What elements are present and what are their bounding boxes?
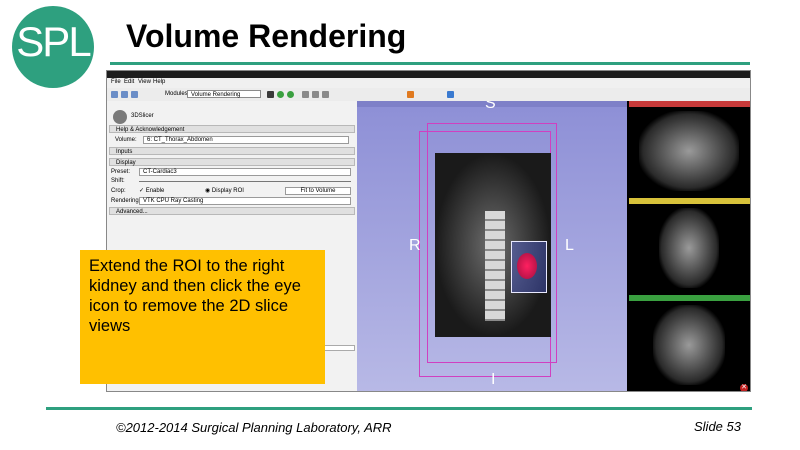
roi-box-front[interactable]	[427, 123, 557, 363]
slide-number: Slide 53	[694, 419, 741, 434]
slicer-logo	[113, 110, 127, 124]
shift-row: Shift:	[109, 177, 355, 185]
display-section-header[interactable]: Display	[109, 158, 355, 166]
red-slice-bar[interactable]	[629, 101, 750, 107]
spl-logo-text: SPL	[16, 18, 91, 65]
orientation-inferior: I	[491, 371, 496, 388]
menu-edit[interactable]: Edit	[124, 79, 134, 85]
advanced-section-label: Advanced...	[116, 209, 148, 215]
module-selector[interactable]: Volume Rendering	[187, 90, 261, 98]
volume-select[interactable]: 6: CT_Thorax_Abdomen	[143, 136, 349, 144]
inputs-section-header[interactable]: Inputs	[109, 147, 355, 155]
inputs-section-label: Inputs	[116, 149, 133, 155]
green-slice-bar[interactable]	[629, 295, 750, 301]
load-data-icon[interactable]	[111, 91, 118, 98]
preset-select[interactable]: CT-Cardiac3	[139, 168, 351, 176]
title-divider	[110, 62, 750, 65]
layout-icon[interactable]	[302, 91, 309, 98]
fit-to-volume-button[interactable]: Fit to Volume	[285, 187, 351, 195]
modules-label: Modules:	[165, 91, 190, 97]
crop-label: Crop:	[111, 188, 126, 194]
crosshair-icon[interactable]	[322, 91, 329, 98]
slice-views: ✕	[627, 101, 750, 391]
window-titlebar	[107, 71, 750, 78]
rendering-row: Rendering: VTK CPU Ray Casting	[109, 197, 355, 205]
main-toolbar: Modules: Volume Rendering	[107, 88, 750, 102]
preset-row: Preset: CT-Cardiac3	[109, 168, 355, 176]
enable-checkbox[interactable]: ✓ Enable	[139, 187, 164, 195]
red-slice-view[interactable]	[629, 101, 750, 197]
close-icon[interactable]: ✕	[740, 384, 748, 391]
3d-view[interactable]: S R L I	[357, 101, 627, 391]
forward-arrow-icon[interactable]	[287, 91, 294, 98]
orientation-superior: S	[485, 101, 496, 112]
dicom-icon[interactable]	[121, 91, 128, 98]
display-roi-toggle[interactable]: ◉ Display ROI	[205, 187, 244, 195]
menu-view[interactable]: View	[138, 79, 151, 85]
menu-bar: File Edit View Help	[107, 78, 750, 88]
save-icon[interactable]	[131, 91, 138, 98]
python-icon[interactable]	[447, 91, 454, 98]
orientation-left: L	[565, 237, 574, 254]
back-arrow-icon[interactable]	[277, 91, 284, 98]
volume-label: Volume:	[115, 137, 137, 143]
footer-divider	[46, 407, 752, 410]
view-icon[interactable]	[312, 91, 319, 98]
callout-text: Extend the ROI to the right kidney and t…	[89, 257, 301, 335]
yellow-slice-bar[interactable]	[629, 198, 750, 204]
crop-row: Crop: ✓ Enable ◉ Display ROI Fit to Volu…	[109, 187, 355, 195]
shift-slider[interactable]	[139, 181, 351, 182]
slide-title: Volume Rendering	[126, 18, 407, 54]
sagittal-ct-image	[659, 208, 719, 288]
advanced-section-header[interactable]: Advanced...	[109, 207, 355, 215]
menu-help[interactable]: Help	[153, 79, 165, 85]
axial-ct-image	[639, 111, 739, 191]
help-section-label: Help & Acknowledgement	[116, 127, 185, 133]
shift-label: Shift:	[111, 178, 125, 184]
mouse-mode-icon[interactable]	[407, 91, 414, 98]
coronal-ct-image	[653, 305, 725, 385]
menu-file[interactable]: File	[111, 79, 121, 85]
slicer-label: 3DSlicer	[131, 113, 154, 119]
green-slice-view[interactable]	[629, 295, 750, 391]
instruction-callout: Extend the ROI to the right kidney and t…	[80, 250, 325, 384]
preset-label: Preset:	[111, 169, 131, 175]
copyright-text: ©2012-2014 Surgical Planning Laboratory,…	[116, 420, 392, 435]
rendering-label: Rendering:	[111, 198, 141, 204]
orientation-right: R	[409, 237, 421, 254]
help-section-header[interactable]: Help & Acknowledgement	[109, 125, 355, 133]
rendering-select[interactable]: VTK CPU Ray Casting	[139, 197, 351, 205]
volume-row: Volume: 6: CT_Thorax_Abdomen	[109, 136, 355, 144]
fit-to-volume-label: Fit to Volume	[300, 188, 336, 194]
display-roi-label: Display ROI	[211, 188, 244, 194]
enable-label: Enable	[145, 188, 165, 194]
yellow-slice-view[interactable]	[629, 198, 750, 294]
module-list-icon[interactable]	[267, 91, 274, 98]
display-section-label: Display	[116, 160, 136, 166]
